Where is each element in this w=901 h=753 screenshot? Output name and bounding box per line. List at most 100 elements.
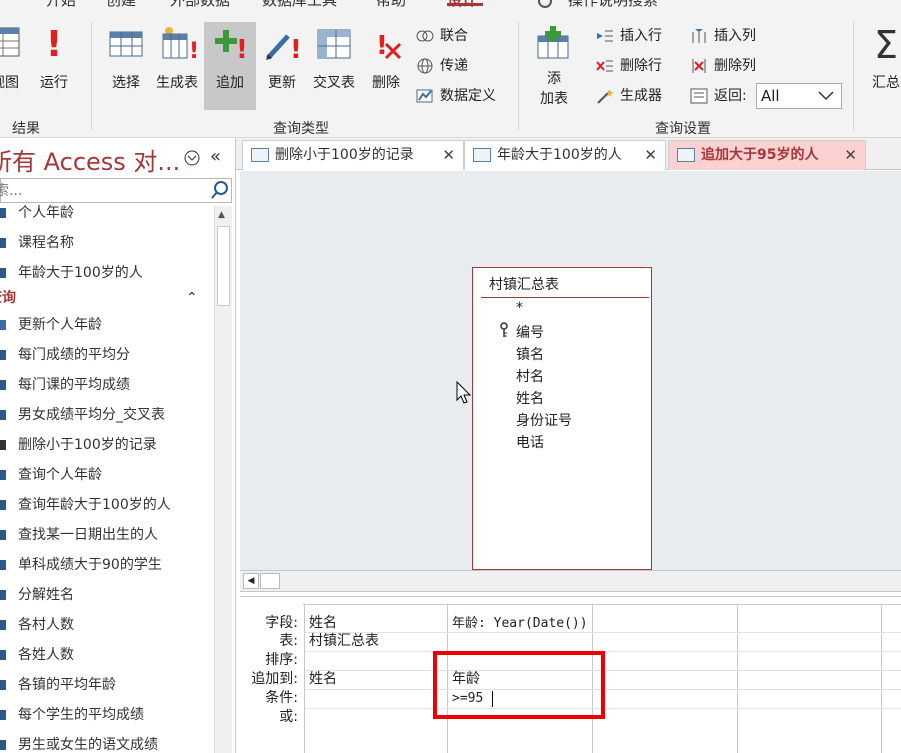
doc-tab-append-over-95[interactable]: 追加大于95岁的人 ✕ <box>668 140 866 170</box>
append-plus-icon: ! <box>212 26 248 65</box>
view-button[interactable]: 视图 <box>0 22 22 110</box>
doc-tab-delete-query[interactable]: 删除小于100岁的记录 ✕ <box>242 140 464 170</box>
grid-column-divider <box>737 604 738 753</box>
close-icon[interactable]: ✕ <box>442 141 455 169</box>
close-icon[interactable]: ✕ <box>644 141 657 169</box>
nav-item-label: 个人年龄 <box>18 205 74 221</box>
nav-menu-chevron-icon[interactable] <box>184 150 200 170</box>
append-query-button[interactable]: ! 追加 <box>204 22 256 110</box>
insert-columns-icon <box>690 28 708 44</box>
union-icon <box>416 28 434 44</box>
nav-scroll-thumb[interactable] <box>217 226 230 306</box>
field-item[interactable]: 姓名 <box>516 388 544 408</box>
group-separator <box>91 22 92 130</box>
tab-database-tools[interactable]: 数据库工具 <box>262 0 337 10</box>
nav-item-label: 男女成绩平均分_交叉表 <box>18 407 165 423</box>
run-button[interactable]: ! 运行 <box>36 22 72 110</box>
field-item[interactable]: 电话 <box>516 432 544 452</box>
nav-item-label: 分解姓名 <box>18 587 74 603</box>
grid-cell-append-to[interactable]: 姓名 <box>309 670 337 689</box>
insert-columns-label: 插入列 <box>714 28 756 44</box>
group-label-query-setup: 查询设置 <box>655 121 711 137</box>
crosstab-query-button[interactable]: 交叉表 <box>308 22 360 110</box>
make-table-button[interactable]: ! 生成表 <box>152 22 202 110</box>
data-definition-button[interactable]: 数据定义 <box>416 84 496 108</box>
make-table-label: 生成表 <box>156 75 198 91</box>
tell-me-label: 操作说明搜索 <box>568 0 659 9</box>
sigma-icon: Σ <box>873 23 898 67</box>
delete-query-icon: ! <box>368 26 404 64</box>
data-definition-label: 数据定义 <box>440 88 496 104</box>
delete-columns-button[interactable]: 删除列 <box>690 54 756 78</box>
doc-tab-age-over-100[interactable]: 年龄大于100岁的人 ✕ <box>464 140 666 170</box>
grid-row-label-criteria: 条件: <box>265 690 298 706</box>
field-item[interactable]: 身份证号 <box>516 410 572 430</box>
insert-columns-button[interactable]: 插入列 <box>690 24 756 48</box>
union-button[interactable]: 联合 <box>416 24 468 48</box>
totals-label: 汇总 <box>872 75 900 91</box>
crosstab-icon <box>316 26 352 64</box>
nav-item-label: 查询年龄大于100岁的人 <box>18 497 171 513</box>
tab-home[interactable]: 开始 <box>46 0 76 10</box>
update-query-button[interactable]: ! 更新 <box>262 22 302 110</box>
return-select[interactable]: All <box>756 83 842 109</box>
union-label: 联合 <box>440 28 468 44</box>
hscroll-thumb[interactable] <box>260 573 280 589</box>
field-item[interactable]: 编号 <box>516 322 544 342</box>
query-icon <box>0 590 6 600</box>
ribbon: 开始 创建 外部数据 数据库工具 帮助 设计 操作说明搜索 视图 ! 运行 结果… <box>0 0 901 138</box>
grid-cell-field-expression[interactable]: 年龄: Year(Date()) <box>452 614 588 633</box>
scroll-left-arrow-icon[interactable]: ◀ <box>243 573 259 589</box>
grid-top-border <box>303 604 901 605</box>
pass-through-button[interactable]: 传递 <box>416 54 468 78</box>
field-list-title[interactable]: 村镇汇总表 <box>489 274 559 294</box>
search-icon <box>538 0 552 8</box>
tab-help[interactable]: 帮助 <box>376 0 406 10</box>
collapse-pane-icon[interactable]: « <box>210 146 221 167</box>
table-pane-hscrollbar[interactable]: ◀ <box>240 570 901 592</box>
update-pencil-icon: ! <box>264 26 302 65</box>
delete-columns-label: 删除列 <box>714 58 756 74</box>
pass-through-label: 传递 <box>440 58 468 74</box>
field-item[interactable]: * <box>516 300 523 316</box>
tell-me-search[interactable]: 操作说明搜索 <box>538 0 658 10</box>
query-icon <box>0 560 6 570</box>
grid-cell-table[interactable]: 村镇汇总表 <box>309 632 379 651</box>
nav-group-queries[interactable]: 查询 ⌃ <box>0 286 214 310</box>
scroll-up-arrow-icon[interactable]: ▲ <box>218 210 225 220</box>
delete-query-button[interactable]: ! 删除 <box>366 22 406 110</box>
add-table-label-top: 添 <box>547 71 561 87</box>
nav-scrollbar[interactable]: ▲ <box>214 206 232 753</box>
insert-rows-button[interactable]: 插入行 <box>596 24 662 48</box>
highlight-box <box>433 651 605 719</box>
group-separator <box>853 22 854 130</box>
nav-pane-title[interactable]: 所有 Access 对... <box>0 142 180 177</box>
select-query-icon <box>108 26 144 64</box>
query-icon <box>0 620 6 630</box>
builder-button[interactable]: 生成器 <box>596 84 662 108</box>
totals-button[interactable]: Σ 汇总 <box>866 22 901 110</box>
select-label: 选择 <box>112 75 140 91</box>
tab-external-data[interactable]: 外部数据 <box>170 0 230 10</box>
svg-text:!: ! <box>290 35 302 62</box>
delete-rows-button[interactable]: 删除行 <box>596 54 662 78</box>
close-icon[interactable]: ✕ <box>844 141 857 169</box>
tab-create[interactable]: 创建 <box>106 0 136 10</box>
add-table-button[interactable]: 添 加表 <box>532 22 576 110</box>
select-query-button[interactable]: 选择 <box>106 22 146 110</box>
search-icon[interactable] <box>211 181 229 203</box>
nav-item-label: 查询个人年龄 <box>18 467 102 483</box>
query-icon <box>0 238 6 248</box>
group-separator <box>518 22 519 130</box>
field-item[interactable]: 镇名 <box>516 344 544 364</box>
query-icon <box>0 350 6 360</box>
delete-rows-icon <box>596 58 614 74</box>
query-icon <box>0 470 6 480</box>
grid-cell-field[interactable]: 姓名 <box>309 614 337 633</box>
nav-item-label: 删除小于100岁的记录 <box>18 437 157 453</box>
return-select-value: All <box>761 87 780 105</box>
field-list-table[interactable]: 村镇汇总表 * 编号 镇名 村名 姓名 身份证号 电话 <box>472 267 652 570</box>
view-label: 视图 <box>0 75 19 91</box>
table-icon <box>0 208 6 218</box>
field-item[interactable]: 村名 <box>516 366 544 386</box>
